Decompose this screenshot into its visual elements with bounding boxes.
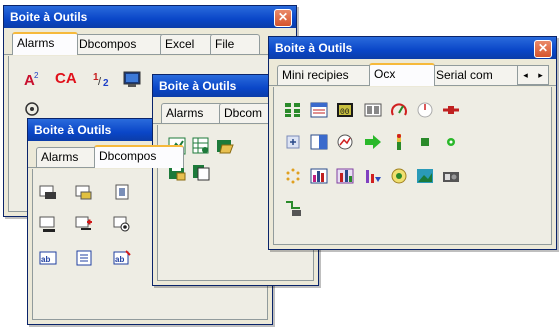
tab-ocx[interactable]: Ocx [369,63,435,86]
ocx-level-icon[interactable] [390,133,408,151]
alarm-fraction-icon[interactable]: 1/2 [93,70,111,89]
tab-strip: Alarms Dbcompos Excel File [4,32,296,55]
svg-text:ab: ab [115,255,124,264]
ocx-gauge-icon[interactable] [390,101,408,119]
window-title-bar[interactable]: Boite à Outils ✕ [269,37,556,59]
ocx-spinner-icon[interactable] [284,167,302,185]
ocx-flag-icon[interactable] [416,133,434,151]
ocx-camera-icon[interactable] [442,167,460,185]
window-title: Boite à Outils [275,41,353,55]
tab-alarms[interactable]: Alarms [36,147,98,167]
alarm-ca-icon[interactable]: CA [55,70,81,88]
ocx-bars-icon[interactable] [364,167,382,185]
svg-text:2: 2 [103,78,109,88]
db-edit-icon[interactable]: ab [113,249,131,267]
window-title-bar[interactable]: Boite à Outils ✕ [4,6,296,28]
db-list-icon[interactable] [75,249,93,267]
toolbox-window-4: Boite à Outils ✕ Mini recipies Ocx Seria… [268,36,557,250]
tab-scroll-arrows: ◂ ▸ [517,65,549,85]
db-radio-icon[interactable] [113,215,131,233]
window-title: Boite à Outils [159,79,237,93]
ca-label: CA [55,70,77,87]
alarm-a2-icon[interactable]: A2 [23,70,41,89]
ocx-split-icon[interactable] [310,133,328,151]
ocx-calendar-icon[interactable] [310,101,328,119]
tab-excel[interactable]: Excel [160,34,214,54]
ocx-tree-icon[interactable] [284,199,302,217]
svg-text:2: 2 [34,71,39,80]
tab-mini-recipies[interactable]: Mini recipies [277,65,373,85]
tab-scroll-right-button[interactable]: ▸ [533,66,548,84]
db-add-icon[interactable] [75,215,93,233]
db-record-icon[interactable] [113,183,131,201]
svg-text:00: 00 [340,108,350,117]
tab-alarms[interactable]: Alarms [12,32,78,55]
ocx-spin-icon[interactable] [284,133,302,151]
svg-text:ab: ab [41,255,50,264]
ocx-dial-icon[interactable] [416,101,434,119]
excel-table-icon[interactable] [192,137,210,155]
ocx-barchart-icon[interactable] [310,167,328,185]
ocx-grid-icon[interactable] [284,101,302,119]
ocx-chart-icon[interactable] [336,133,354,151]
window-title: Boite à Outils [34,123,112,137]
db-field-icon[interactable] [39,215,57,233]
tab-dbcompos[interactable]: Dbcompos [94,145,184,168]
tab-alarms[interactable]: Alarms [161,103,223,123]
ocx-valve-icon[interactable] [442,101,460,119]
ocx-display-icon[interactable]: 00 [336,101,354,119]
ocx-arrow-icon[interactable] [364,133,382,151]
ocx-radio-icon[interactable] [390,167,408,185]
excel-folder-icon[interactable] [216,137,234,155]
svg-text:/: / [98,76,102,88]
close-button[interactable]: ✕ [534,40,552,58]
ocx-picture-icon[interactable] [416,167,434,185]
tab-panel: 00 [273,87,552,245]
ocx-counter-icon[interactable] [364,101,382,119]
tab-file[interactable]: File [210,34,260,54]
close-button[interactable]: ✕ [274,9,292,27]
excel-doc-icon[interactable] [192,163,210,181]
ocx-histogram-icon[interactable] [336,167,354,185]
tab-dbcompos[interactable]: Dbcom [219,103,273,123]
alarm-screen-icon[interactable] [123,70,141,88]
db-form-icon[interactable] [75,183,93,201]
db-grid-icon[interactable] [39,183,57,201]
tab-dbcompos[interactable]: Dbcompos [74,34,164,54]
tab-strip: Mini recipies Ocx Serial com ◂ ▸ [269,63,556,86]
tab-serial-com[interactable]: Serial com [431,65,521,85]
tab-scroll-left-button[interactable]: ◂ [518,66,533,84]
db-textbox-icon[interactable]: ab [39,249,57,267]
window-title: Boite à Outils [10,10,88,24]
alarm-bell-icon[interactable] [23,100,41,118]
ocx-leaf-icon[interactable] [442,133,460,151]
